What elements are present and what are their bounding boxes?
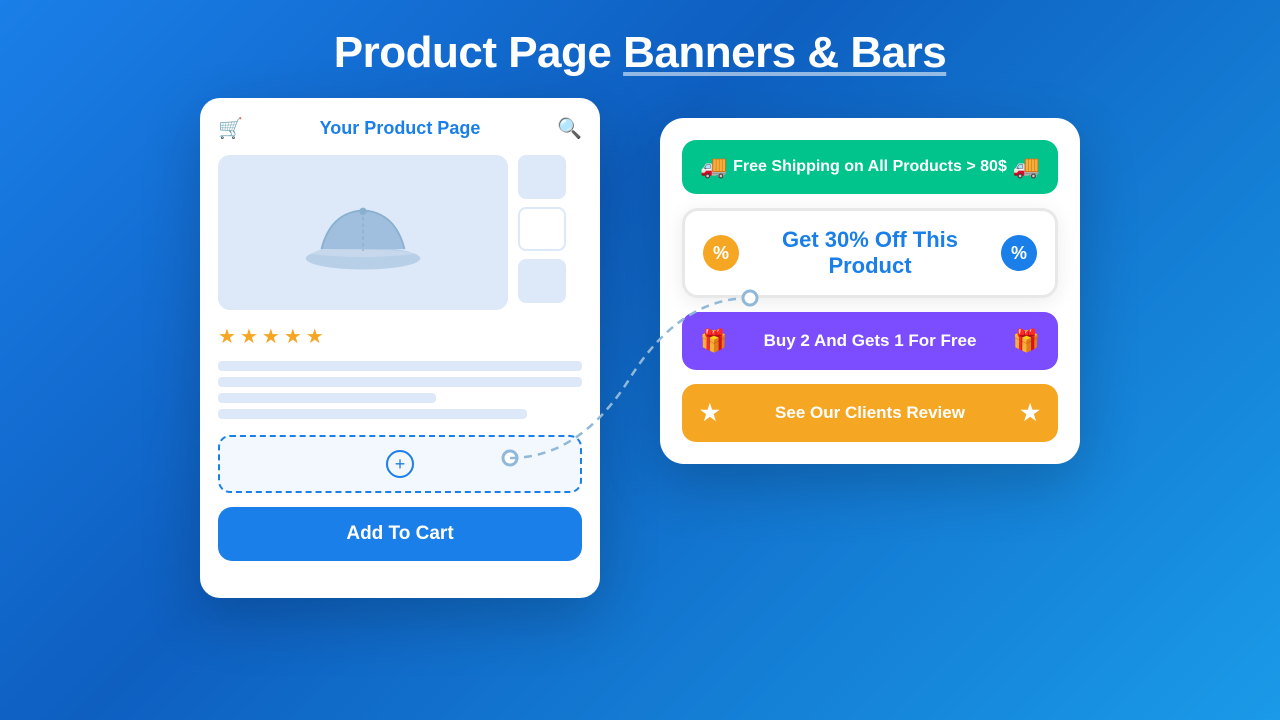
buy-deal-banner[interactable]: 🎁 Buy 2 And Gets 1 For Free 🎁 xyxy=(682,312,1058,370)
star-2: ★ xyxy=(240,324,258,349)
star-icon-right: ★ xyxy=(1020,400,1040,426)
thumbnail-3 xyxy=(518,259,566,303)
gift-icon-right: 🎁 xyxy=(1013,328,1040,354)
truck-icon-right: 🚚 xyxy=(1013,154,1040,180)
buy-deal-text: Buy 2 And Gets 1 For Free xyxy=(764,331,977,351)
cart-icon: 🛒 xyxy=(218,116,243,141)
main-product-image xyxy=(218,155,508,310)
review-text: See Our Clients Review xyxy=(775,403,965,423)
text-line-1 xyxy=(218,361,582,371)
plus-icon: + xyxy=(386,450,414,478)
discount-text: Get 30% Off This Product xyxy=(739,227,1001,279)
truck-icon-left: 🚚 xyxy=(700,154,727,180)
banners-panel: 🚚 Free Shipping on All Products > 80$ 🚚 … xyxy=(660,118,1080,464)
search-icon: 🔍 xyxy=(557,116,582,141)
discount-badge-left: % xyxy=(703,235,739,271)
discount-banner[interactable]: % Get 30% Off This Product % xyxy=(682,208,1058,298)
star-icon-left: ★ xyxy=(700,400,720,426)
star-rating: ★ ★ ★ ★ ★ xyxy=(218,324,582,349)
star-3: ★ xyxy=(262,324,280,349)
star-1: ★ xyxy=(218,324,236,349)
product-page-card: 🛒 Your Product Page 🔍 xyxy=(200,98,600,598)
gift-icon-left: 🎁 xyxy=(700,328,727,354)
shipping-banner-text: Free Shipping on All Products > 80$ xyxy=(733,158,1007,176)
star-4: ★ xyxy=(284,324,302,349)
star-5: ★ xyxy=(306,324,324,349)
banner-placeholder: + xyxy=(218,435,582,493)
text-line-4 xyxy=(218,409,527,419)
product-text-lines xyxy=(218,361,582,419)
card-header: 🛒 Your Product Page 🔍 xyxy=(218,116,582,141)
discount-badge-right: % xyxy=(1001,235,1037,271)
title-part1: Product Page xyxy=(334,28,623,77)
shipping-banner[interactable]: 🚚 Free Shipping on All Products > 80$ 🚚 xyxy=(682,140,1058,194)
thumbnail-1 xyxy=(518,155,566,199)
title-part2: Banners & Bars xyxy=(623,28,946,77)
text-line-2 xyxy=(218,377,582,387)
product-image-area xyxy=(218,155,582,310)
text-line-3 xyxy=(218,393,436,403)
page-title: Product Page Banners & Bars xyxy=(334,28,946,78)
thumbnail-2 xyxy=(518,207,566,251)
thumbnail-column xyxy=(518,155,566,310)
card-header-title: Your Product Page xyxy=(320,118,481,139)
review-banner[interactable]: ★ See Our Clients Review ★ xyxy=(682,384,1058,442)
hat-illustration xyxy=(303,193,423,273)
add-to-cart-button[interactable]: Add To Cart xyxy=(218,507,582,561)
